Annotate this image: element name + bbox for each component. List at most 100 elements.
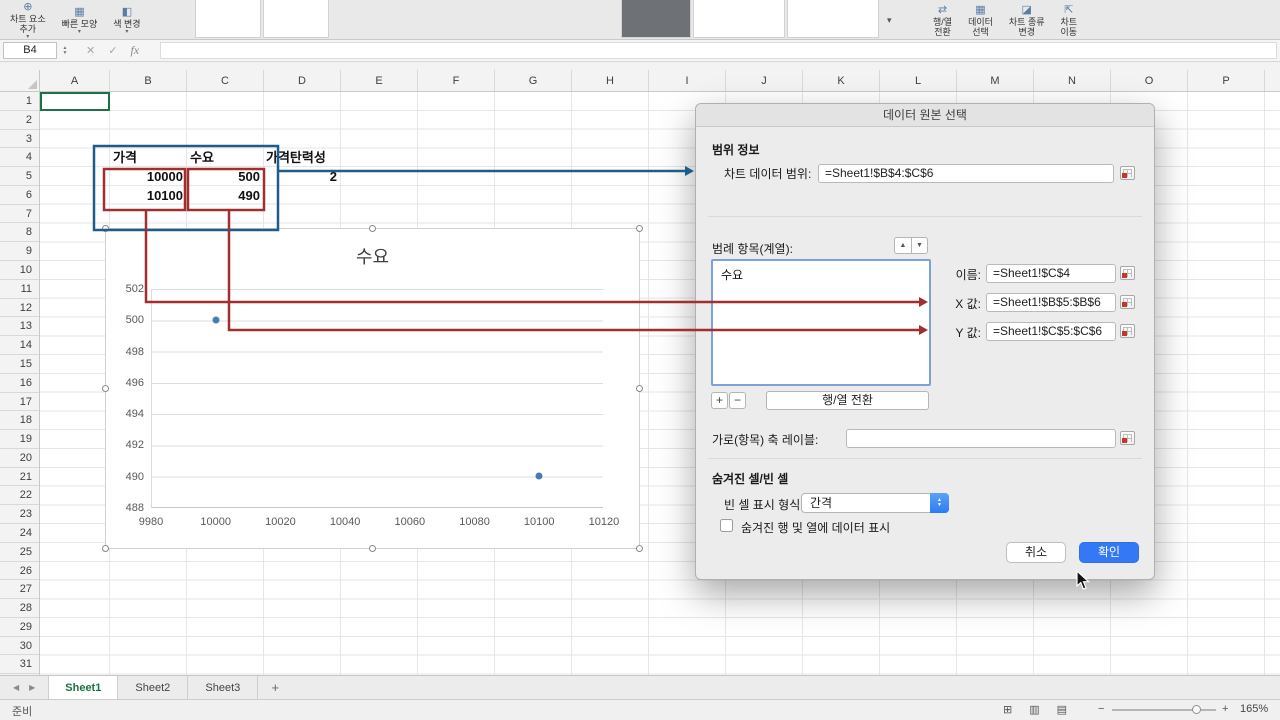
prev-sheet-icon[interactable]: ◀: [13, 683, 19, 692]
row-header[interactable]: 15: [0, 355, 39, 374]
ribbon-button[interactable]: ⇄ 행/열 전환: [925, 0, 960, 40]
chart-resize-handle[interactable]: [102, 384, 109, 392]
column-header[interactable]: M: [957, 70, 1034, 91]
cell-d5[interactable]: 2: [264, 167, 337, 186]
chart-range-field[interactable]: =Sheet1!$B$4:$C$6: [818, 164, 1114, 183]
row-header[interactable]: 9: [0, 242, 39, 262]
row-header[interactable]: 26: [0, 562, 39, 581]
name-box-stepper-icon[interactable]: ▲ ▼: [58, 42, 72, 59]
row-header[interactable]: 22: [0, 486, 39, 506]
remove-series-button[interactable]: −: [729, 392, 746, 409]
page-break-view-icon[interactable]: ▤: [1057, 703, 1067, 716]
zoom-in-icon[interactable]: +: [1222, 703, 1228, 715]
row-header[interactable]: 23: [0, 505, 39, 524]
row-header[interactable]: 24: [0, 524, 39, 543]
row-header[interactable]: 31: [0, 655, 39, 675]
row-header[interactable]: 2: [0, 111, 39, 130]
row-header[interactable]: 3: [0, 130, 39, 149]
column-header[interactable]: D: [264, 70, 341, 91]
cell-d4[interactable]: 가격탄력성: [266, 148, 416, 167]
cell-c5[interactable]: 500: [187, 167, 260, 186]
row-header[interactable]: 20: [0, 449, 39, 468]
show-hidden-data-checkbox[interactable]: [720, 519, 733, 532]
row-header[interactable]: 21: [0, 468, 39, 487]
chart-style-thumbnail[interactable]: [693, 0, 785, 38]
cell-b6[interactable]: 10100: [110, 186, 183, 205]
row-header[interactable]: 11: [0, 280, 39, 299]
ok-button[interactable]: 확인: [1079, 542, 1139, 563]
series-name-field[interactable]: =Sheet1!$C$4: [986, 264, 1116, 283]
cell-b4[interactable]: 가격: [113, 148, 183, 167]
column-header[interactable]: E: [341, 70, 418, 91]
chart-resize-handle[interactable]: [102, 545, 109, 552]
chart[interactable]: 수요 502 500 498 496 494 492 490 488 9980 10000 100…: [102, 225, 643, 552]
name-box[interactable]: B4: [3, 42, 57, 59]
formula-cancel-icon[interactable]: ✕: [86, 44, 95, 57]
row-header[interactable]: 5: [0, 167, 39, 186]
chart-style-thumbnail[interactable]: [195, 0, 261, 38]
scatter-point[interactable]: [212, 316, 220, 324]
cancel-button[interactable]: 취소: [1006, 542, 1066, 563]
category-axis-labels-field[interactable]: [846, 429, 1116, 448]
row-header[interactable]: 8: [0, 223, 39, 243]
chart-resize-handle[interactable]: [368, 545, 376, 552]
chart-resize-handle[interactable]: [368, 225, 376, 232]
chart-resize-handle[interactable]: [636, 545, 643, 552]
range-selector-icon[interactable]: [1120, 266, 1135, 280]
column-header[interactable]: L: [880, 70, 957, 91]
page-layout-view-icon[interactable]: ▥: [1029, 703, 1039, 716]
range-selector-icon[interactable]: [1120, 431, 1135, 445]
next-sheet-icon[interactable]: ▶: [29, 683, 35, 692]
column-header[interactable]: P: [1188, 70, 1265, 91]
formula-enter-icon[interactable]: ✓: [108, 44, 117, 57]
formula-input[interactable]: [160, 42, 1277, 59]
tab-sheet3[interactable]: Sheet3: [188, 676, 259, 699]
row-header[interactable]: 17: [0, 393, 39, 412]
range-selector-icon[interactable]: [1120, 166, 1135, 180]
add-series-button[interactable]: +: [711, 392, 728, 409]
ribbon-button[interactable]: ◧ 색 변경 ▾: [105, 0, 148, 40]
column-header[interactable]: I: [649, 70, 726, 91]
chart-style-thumbnail[interactable]: [263, 0, 329, 38]
column-header[interactable]: F: [418, 70, 495, 91]
tab-sheet2[interactable]: Sheet2: [118, 676, 189, 699]
cell-c4[interactable]: 수요: [190, 148, 260, 167]
column-header[interactable]: K: [803, 70, 880, 91]
column-header[interactable]: A: [40, 70, 110, 91]
row-header[interactable]: 16: [0, 374, 39, 393]
row-header[interactable]: 19: [0, 430, 39, 449]
row-header[interactable]: 29: [0, 618, 39, 637]
column-header[interactable]: B: [110, 70, 187, 91]
zoom-percentage[interactable]: 165%: [1240, 703, 1268, 715]
ribbon-button[interactable]: ▦ 데이터 선택: [960, 0, 1001, 40]
normal-view-icon[interactable]: ⊞: [1003, 703, 1012, 716]
row-header[interactable]: 14: [0, 336, 39, 355]
chart-title[interactable]: 수요: [106, 243, 639, 269]
ribbon-button[interactable]: ▦ 빠른 모양 ▾: [54, 0, 106, 40]
chart-resize-handle[interactable]: [636, 225, 643, 232]
ribbon-button[interactable]: ◪ 차트 종류 변경: [1001, 0, 1053, 40]
chart-resize-handle[interactable]: [102, 225, 109, 232]
column-header[interactable]: N: [1034, 70, 1111, 91]
ribbon-button[interactable]: ⊕ 차트 요소 추가 ▾: [2, 0, 54, 40]
row-header[interactable]: 1: [0, 92, 39, 111]
move-up-icon[interactable]: ▲: [894, 237, 911, 254]
row-header[interactable]: 25: [0, 543, 39, 562]
cell-c6[interactable]: 490: [187, 186, 260, 205]
y-values-field[interactable]: =Sheet1!$C$5:$C$6: [986, 322, 1116, 341]
column-header[interactable]: G: [495, 70, 572, 91]
column-header[interactable]: J: [726, 70, 803, 91]
row-header[interactable]: 27: [0, 580, 39, 600]
column-header[interactable]: C: [187, 70, 264, 91]
row-header[interactable]: 12: [0, 299, 39, 318]
range-selector-icon[interactable]: [1120, 295, 1135, 309]
switch-row-column-button[interactable]: 행/열 전환: [766, 391, 929, 410]
empty-cell-dropdown[interactable]: 간격 ▲ ▼: [801, 493, 949, 513]
column-header[interactable]: H: [572, 70, 649, 91]
series-list[interactable]: 수요: [711, 259, 931, 386]
row-header[interactable]: 13: [0, 317, 39, 337]
scatter-point[interactable]: [535, 472, 543, 480]
zoom-out-icon[interactable]: −: [1098, 703, 1104, 715]
row-header[interactable]: 7: [0, 205, 39, 224]
chart-style-thumbnail[interactable]: [787, 0, 879, 38]
